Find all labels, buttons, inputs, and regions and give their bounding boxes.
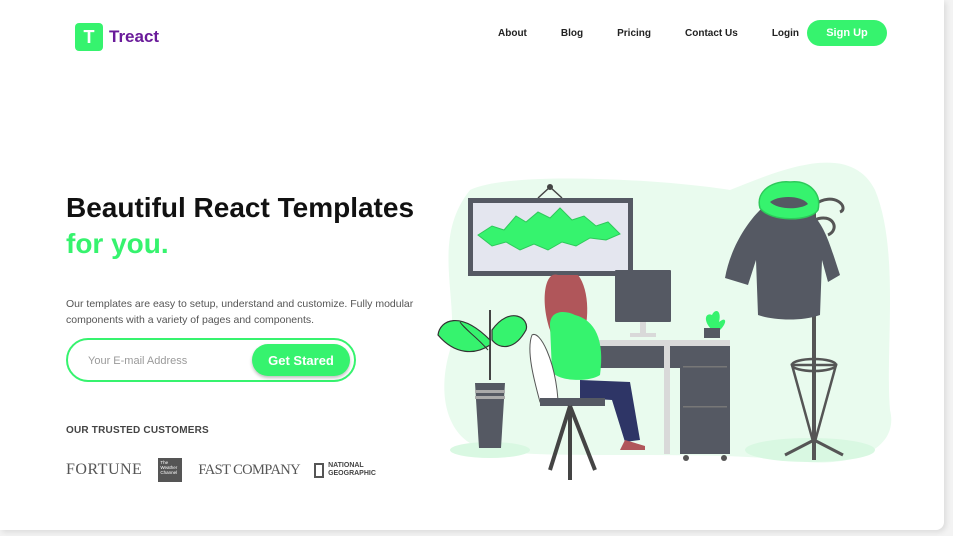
landing-page: T Treact About Blog Pricing Contact Us L… [0, 0, 944, 530]
fast-company-logo: FAST COMPANY [198, 461, 301, 478]
nav-contact[interactable]: Contact Us [685, 28, 738, 39]
national-geographic-logo: NATIONAL GEOGRAPHIC [314, 462, 378, 478]
hero-title: Beautiful React Templates for you. [66, 190, 414, 262]
nav-pricing[interactable]: Pricing [617, 28, 651, 39]
main-nav: About Blog Pricing Contact Us Login Sign… [498, 20, 887, 46]
trusted-customers-heading: OUR TRUSTED CUSTOMERS [66, 425, 209, 436]
nav-about[interactable]: About [498, 28, 527, 39]
person-working-at-desk-illustration [437, 162, 892, 480]
customer-logos: FORTUNE The Weather Channel FAST COMPANY… [66, 458, 378, 482]
hero-description: Our templates are easy to setup, underst… [66, 297, 414, 326]
logo-name: Treact [109, 27, 160, 46]
email-signup-form: Get Stared [66, 338, 356, 382]
weather-channel-logo: The Weather Channel [158, 458, 183, 482]
nav-login[interactable]: Login [772, 28, 799, 39]
email-input[interactable] [86, 351, 250, 371]
hero-title-line1: Beautiful React Templates [66, 192, 415, 223]
natgeo-text: NATIONAL GEOGRAPHIC [328, 462, 376, 477]
logo[interactable]: T Treact [75, 23, 159, 51]
signup-button[interactable]: Sign Up [807, 20, 887, 46]
logo-mark: T [75, 23, 103, 51]
natgeo-frame-icon [314, 462, 325, 478]
nav-blog[interactable]: Blog [561, 28, 583, 39]
hero-title-line2: for you. [66, 228, 169, 259]
monitor [615, 270, 671, 322]
desk-top [590, 340, 730, 346]
get-started-button[interactable]: Get Stared [252, 344, 350, 376]
fortune-logo: FORTUNE [66, 461, 143, 478]
